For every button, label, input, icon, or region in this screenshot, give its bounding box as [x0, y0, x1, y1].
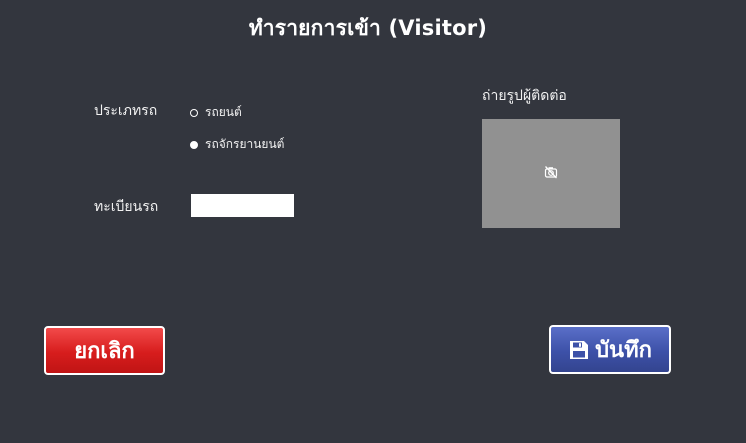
radio-label-motorcycle: รถจักรยานยนต์: [205, 137, 285, 151]
plate-input[interactable]: [191, 194, 294, 217]
page-title: ทำรายการเข้า (Visitor): [248, 16, 488, 40]
cancel-button-label: ยกเลิก: [74, 339, 135, 364]
plate-label: ทะเบียนรถ: [94, 199, 159, 215]
radio-label-car: รถยนต์: [205, 105, 242, 119]
radio-button-motorcycle[interactable]: [190, 140, 198, 149]
photo-label: ถ่ายรูปผู้ติดต่อ: [482, 88, 567, 104]
camera-off-icon: [544, 164, 558, 183]
radio-button-car[interactable]: [190, 108, 198, 117]
save-button[interactable]: บันทึก: [549, 325, 671, 374]
cancel-button[interactable]: ยกเลิก: [44, 326, 165, 375]
save-button-label: บันทึก: [595, 338, 652, 363]
photo-capture-area[interactable]: [482, 119, 620, 228]
radio-option-car[interactable]: รถยนต์: [190, 103, 242, 122]
vehicle-type-label: ประเภทรถ: [94, 103, 158, 119]
radio-option-motorcycle[interactable]: รถจักรยานยนต์: [190, 135, 284, 154]
floppy-disk-icon: [568, 339, 590, 361]
